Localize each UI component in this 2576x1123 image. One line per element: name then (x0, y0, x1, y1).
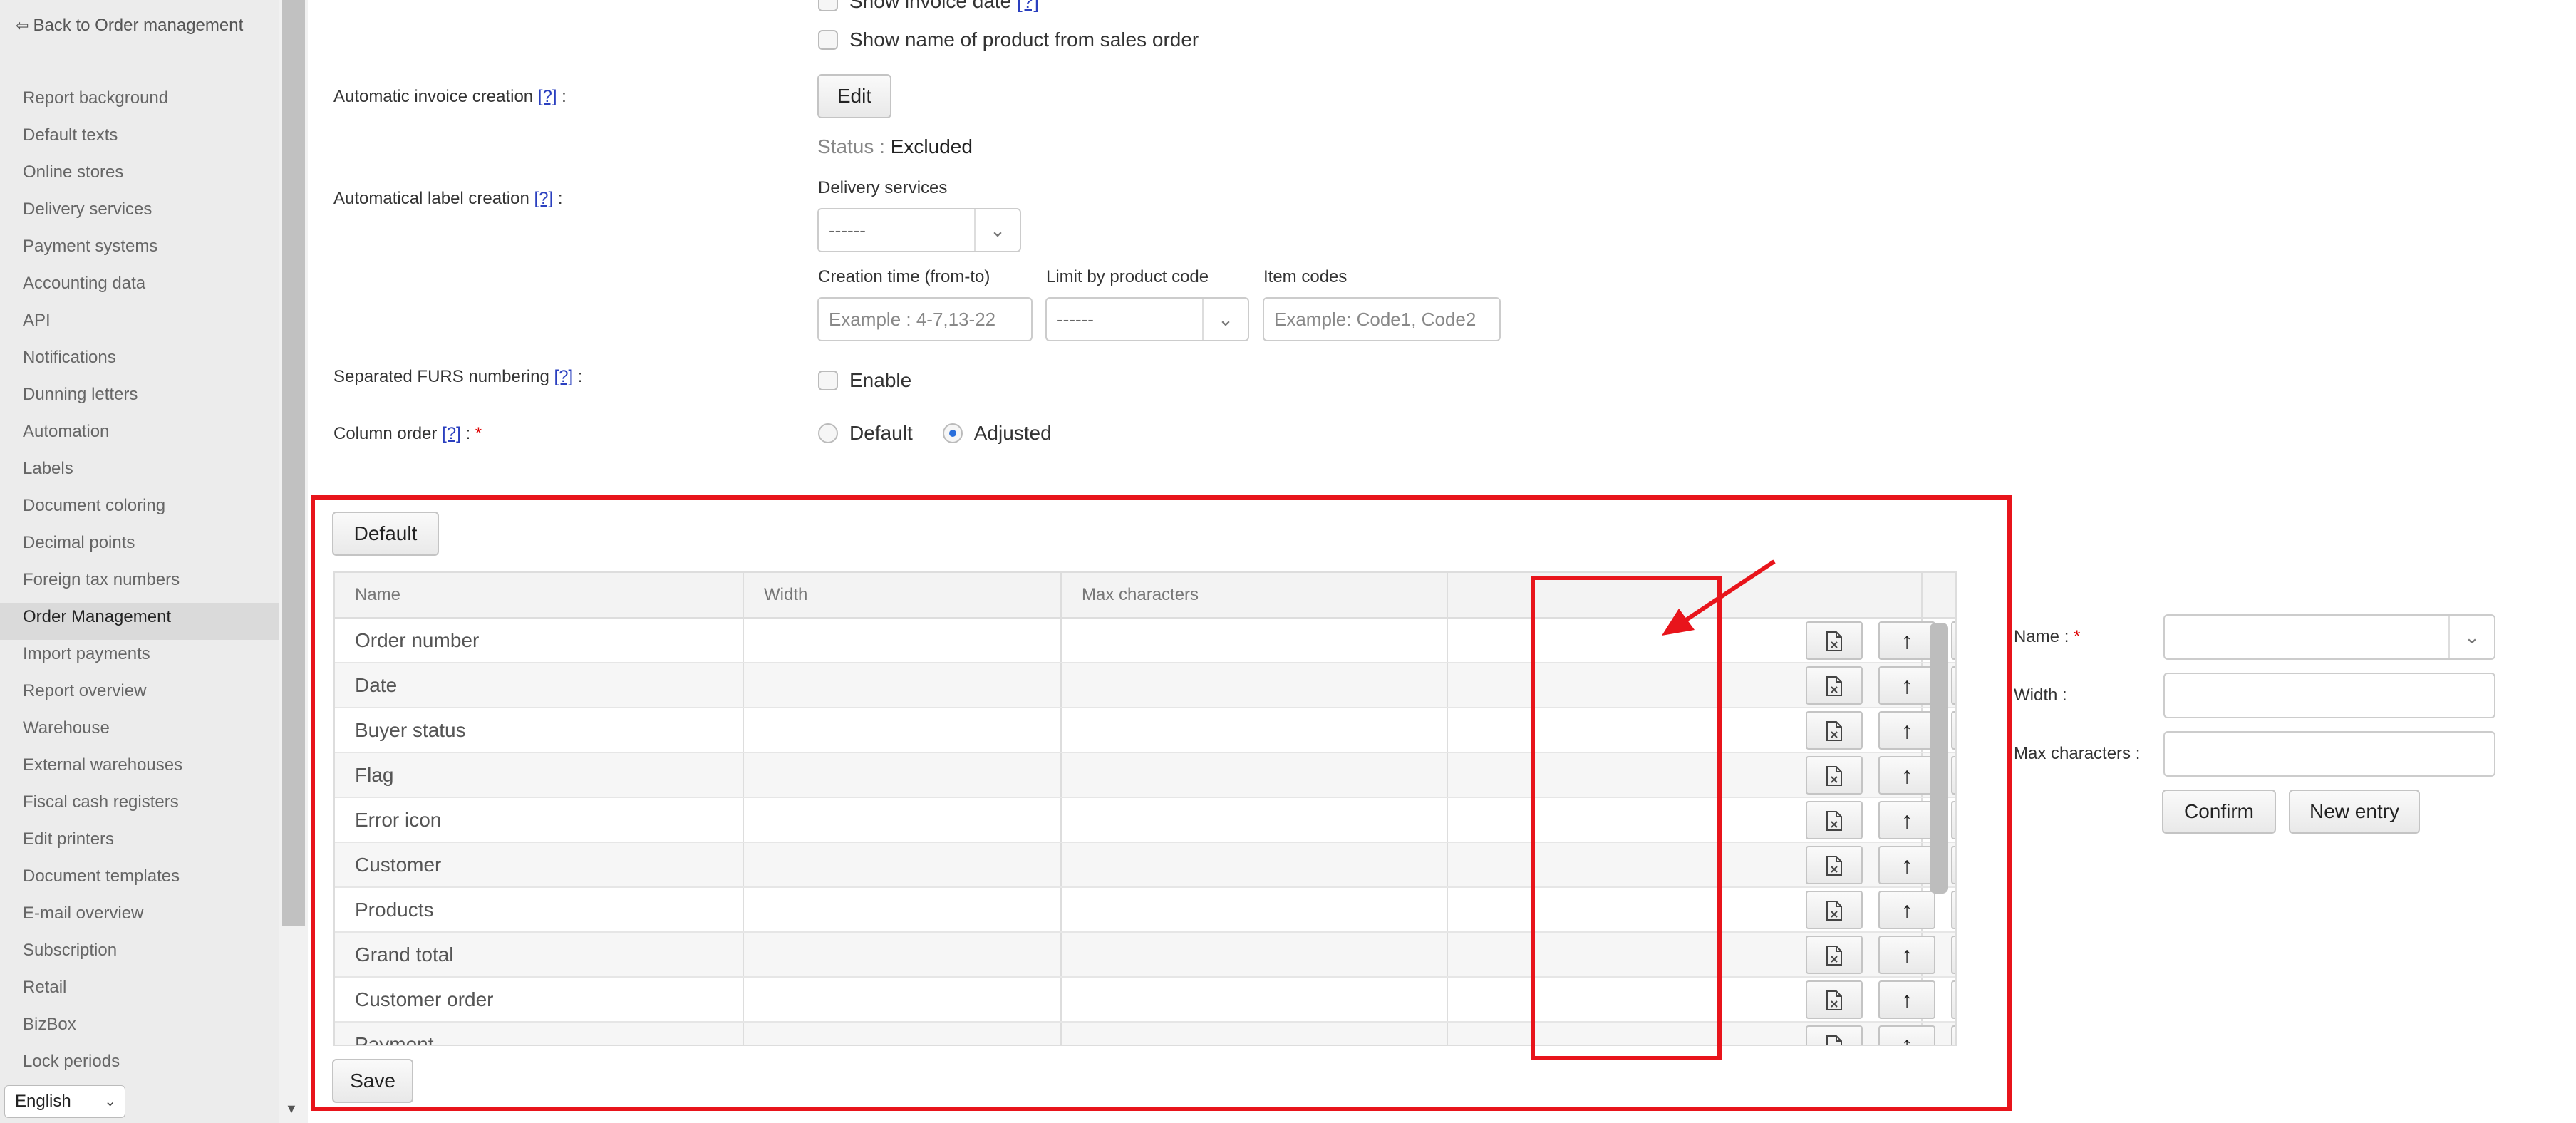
furs-enable-row: Enable (818, 369, 911, 392)
sidebar-item[interactable]: Labels (0, 455, 279, 492)
sidebar-item[interactable]: E-mail overview (0, 899, 279, 936)
sidebar-item[interactable]: BizBox (0, 1010, 279, 1047)
delivery-services-select[interactable]: ------ ⌄ (817, 208, 1021, 252)
new-entry-button[interactable]: New entry (2289, 790, 2420, 834)
column-order-adjusted-radio[interactable] (942, 423, 963, 443)
highlight-arrow-column (1531, 576, 1722, 1060)
status-text: Status : Excluded (817, 135, 973, 158)
sidebar-item[interactable]: Warehouse (0, 714, 279, 751)
creation-time-label: Creation time (from-to) (818, 267, 990, 286)
help-link[interactable]: [?] (534, 189, 554, 208)
item-codes-label: Item codes (1263, 267, 1348, 286)
sidebar-item[interactable]: Report overview (0, 677, 279, 714)
sidebar-item[interactable]: Document templates (0, 862, 279, 899)
sidebar-item[interactable]: Report background (0, 84, 279, 121)
sidebar-item[interactable]: Subscription (0, 936, 279, 973)
sidebar-item[interactable]: Delivery services (0, 195, 279, 232)
creation-time-input[interactable]: Example : 4-7,13-22 (817, 297, 1033, 341)
auto-label-label: Automatical label creation [?] : (333, 189, 563, 208)
chevron-down-icon: ⌄ (2448, 616, 2494, 658)
column-order-options: Default Adjusted (818, 422, 1052, 445)
sidebar-item[interactable]: Lock periods (0, 1047, 279, 1085)
sidebar-item[interactable]: Online stores (0, 158, 279, 195)
sidebar-item[interactable]: Decimal points (0, 529, 279, 566)
max-characters-input[interactable] (2163, 731, 2495, 777)
sidebar-scrollbar[interactable]: ▼ (279, 0, 308, 1123)
name-select[interactable]: ⌄ (2163, 614, 2495, 660)
status-prefix: Status : (817, 135, 885, 157)
furs-enable-label: Enable (849, 369, 912, 391)
max-characters-label: Max characters : (2014, 744, 2141, 763)
sidebar-item[interactable]: Import payments (0, 640, 279, 677)
column-order-default-label: Default (849, 422, 913, 444)
edit-button[interactable]: Edit (817, 74, 891, 118)
limit-by-product-label: Limit by product code (1046, 267, 1209, 286)
show-invoice-date-row: Show invoice date [?] (818, 0, 1039, 13)
delivery-services-value: ------ (829, 219, 866, 241)
sidebar-item[interactable]: Automation (0, 418, 279, 455)
show-invoice-date-checkbox[interactable] (818, 0, 838, 11)
sidebar-item[interactable]: Fiscal cash registers (0, 788, 279, 825)
chevron-down-icon: ⌄ (1202, 299, 1248, 340)
sidebar-item[interactable]: Retail (0, 973, 279, 1010)
width-input[interactable] (2163, 673, 2495, 718)
help-link[interactable]: [?] (1017, 0, 1039, 12)
scroll-down-icon[interactable]: ▼ (285, 1102, 298, 1117)
help-link[interactable]: [?] (442, 424, 461, 443)
furs-enable-checkbox[interactable] (818, 371, 838, 390)
sidebar: ⇦ Back to Order management Report backgro… (0, 0, 279, 1123)
back-link[interactable]: ⇦ Back to Order management (16, 16, 243, 36)
item-codes-input[interactable]: Example: Code1, Code2 (1263, 297, 1501, 341)
sidebar-item[interactable]: Dunning letters (0, 381, 279, 418)
sidebar-item[interactable]: Edit printers (0, 825, 279, 862)
sidebar-item[interactable]: Order Management (0, 603, 279, 640)
limit-by-product-value: ------ (1057, 309, 1094, 330)
status-value: Excluded (890, 135, 973, 157)
back-link-label: Back to Order management (33, 16, 244, 35)
show-product-name-row: Show name of product from sales order (818, 29, 1199, 51)
language-value: English (15, 1092, 71, 1111)
delivery-services-label: Delivery services (818, 178, 948, 197)
help-link[interactable]: [?] (538, 87, 557, 106)
column-order-default-radio[interactable] (818, 423, 838, 443)
chevron-down-icon: ⌄ (974, 209, 1020, 251)
sidebar-item[interactable]: Default texts (0, 121, 279, 158)
sidebar-nav: Report background Default texts Online sto… (0, 84, 279, 1122)
sidebar-item[interactable]: Document coloring (0, 492, 279, 529)
sidebar-item[interactable]: API (0, 306, 279, 343)
language-select[interactable]: English ⌄ (4, 1085, 125, 1118)
column-order-label: Column order [?] : * (333, 424, 482, 443)
name-label: Name : * (2014, 627, 2081, 646)
help-link[interactable]: [?] (554, 367, 574, 386)
limit-by-product-select[interactable]: ------ ⌄ (1045, 297, 1249, 341)
sidebar-item[interactable]: Accounting data (0, 269, 279, 306)
show-invoice-date-label: Show invoice date (849, 0, 1012, 12)
sidebar-item[interactable]: Payment systems (0, 232, 279, 269)
back-icon: ⇦ (16, 16, 29, 34)
confirm-button[interactable]: Confirm (2162, 790, 2276, 834)
chevron-down-icon: ⌄ (104, 1094, 116, 1109)
auto-invoice-label: Automatic invoice creation [?] : (333, 87, 567, 106)
column-order-adjusted-label: Adjusted (973, 422, 1052, 444)
sidebar-item[interactable]: External warehouses (0, 751, 279, 788)
show-product-name-checkbox[interactable] (818, 30, 838, 50)
scroll-thumb[interactable] (282, 0, 305, 926)
width-label: Width : (2014, 685, 2067, 705)
furs-label: Separated FURS numbering [?] : (333, 367, 583, 386)
sidebar-item[interactable]: Foreign tax numbers (0, 566, 279, 603)
annotation-arrow-icon (1662, 559, 1776, 636)
sidebar-item[interactable]: Notifications (0, 343, 279, 381)
show-product-name-label: Show name of product from sales order (849, 29, 1199, 51)
